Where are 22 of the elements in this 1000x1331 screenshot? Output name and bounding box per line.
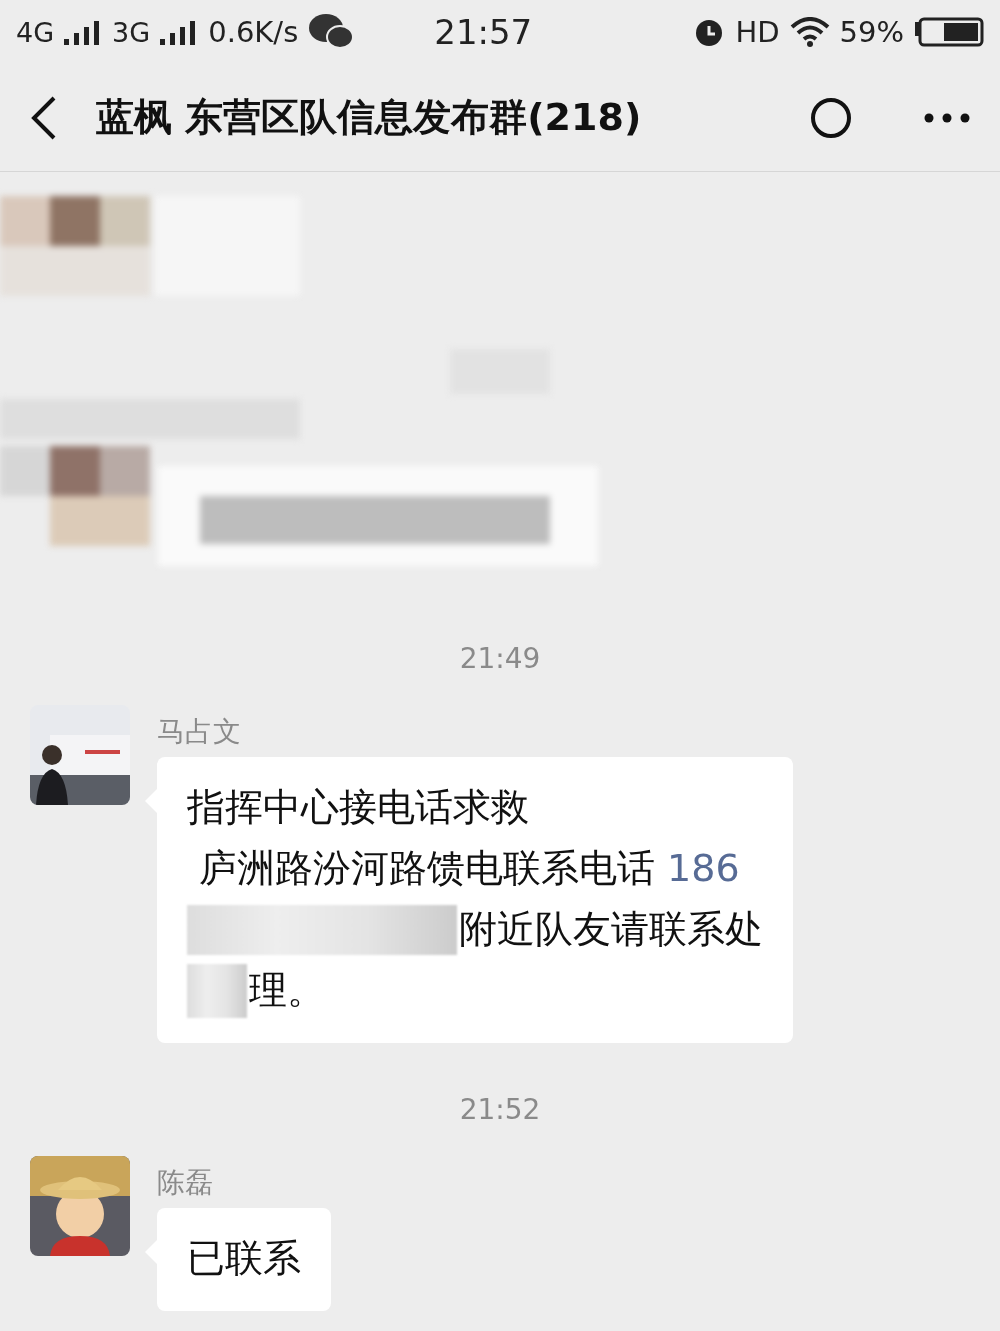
battery-icon xyxy=(914,17,984,48)
hd-label: HD xyxy=(735,15,780,50)
message-text: 附近队友请联系处 xyxy=(459,906,763,953)
back-icon[interactable] xyxy=(30,95,58,140)
more-icon[interactable] xyxy=(924,112,970,123)
battery-percent: 59% xyxy=(839,15,904,50)
message-text: 庐洲路汾河路馈电联系电话 xyxy=(198,845,656,892)
speed-text: 0.6K/s xyxy=(208,15,299,50)
chat-title: 蓝枫 东营区队信息发布群(218) xyxy=(96,94,643,142)
clock: 21:57 xyxy=(434,12,533,53)
message-text: 已联系 xyxy=(187,1235,301,1282)
sender-name: 马占文 xyxy=(157,714,241,750)
circle-icon[interactable] xyxy=(810,96,852,139)
sender-name: 陈磊 xyxy=(157,1165,213,1201)
timestamp: 21:49 xyxy=(458,641,542,677)
timestamp: 21:52 xyxy=(458,1092,542,1128)
network-label: 4G xyxy=(16,16,55,48)
message-text: 指挥中心接电话求救 xyxy=(187,784,529,831)
network-label: 3G xyxy=(112,16,151,48)
message-text: 理。 xyxy=(249,967,325,1014)
phone-link[interactable]: 186 xyxy=(667,838,740,899)
wifi-icon xyxy=(789,17,830,48)
